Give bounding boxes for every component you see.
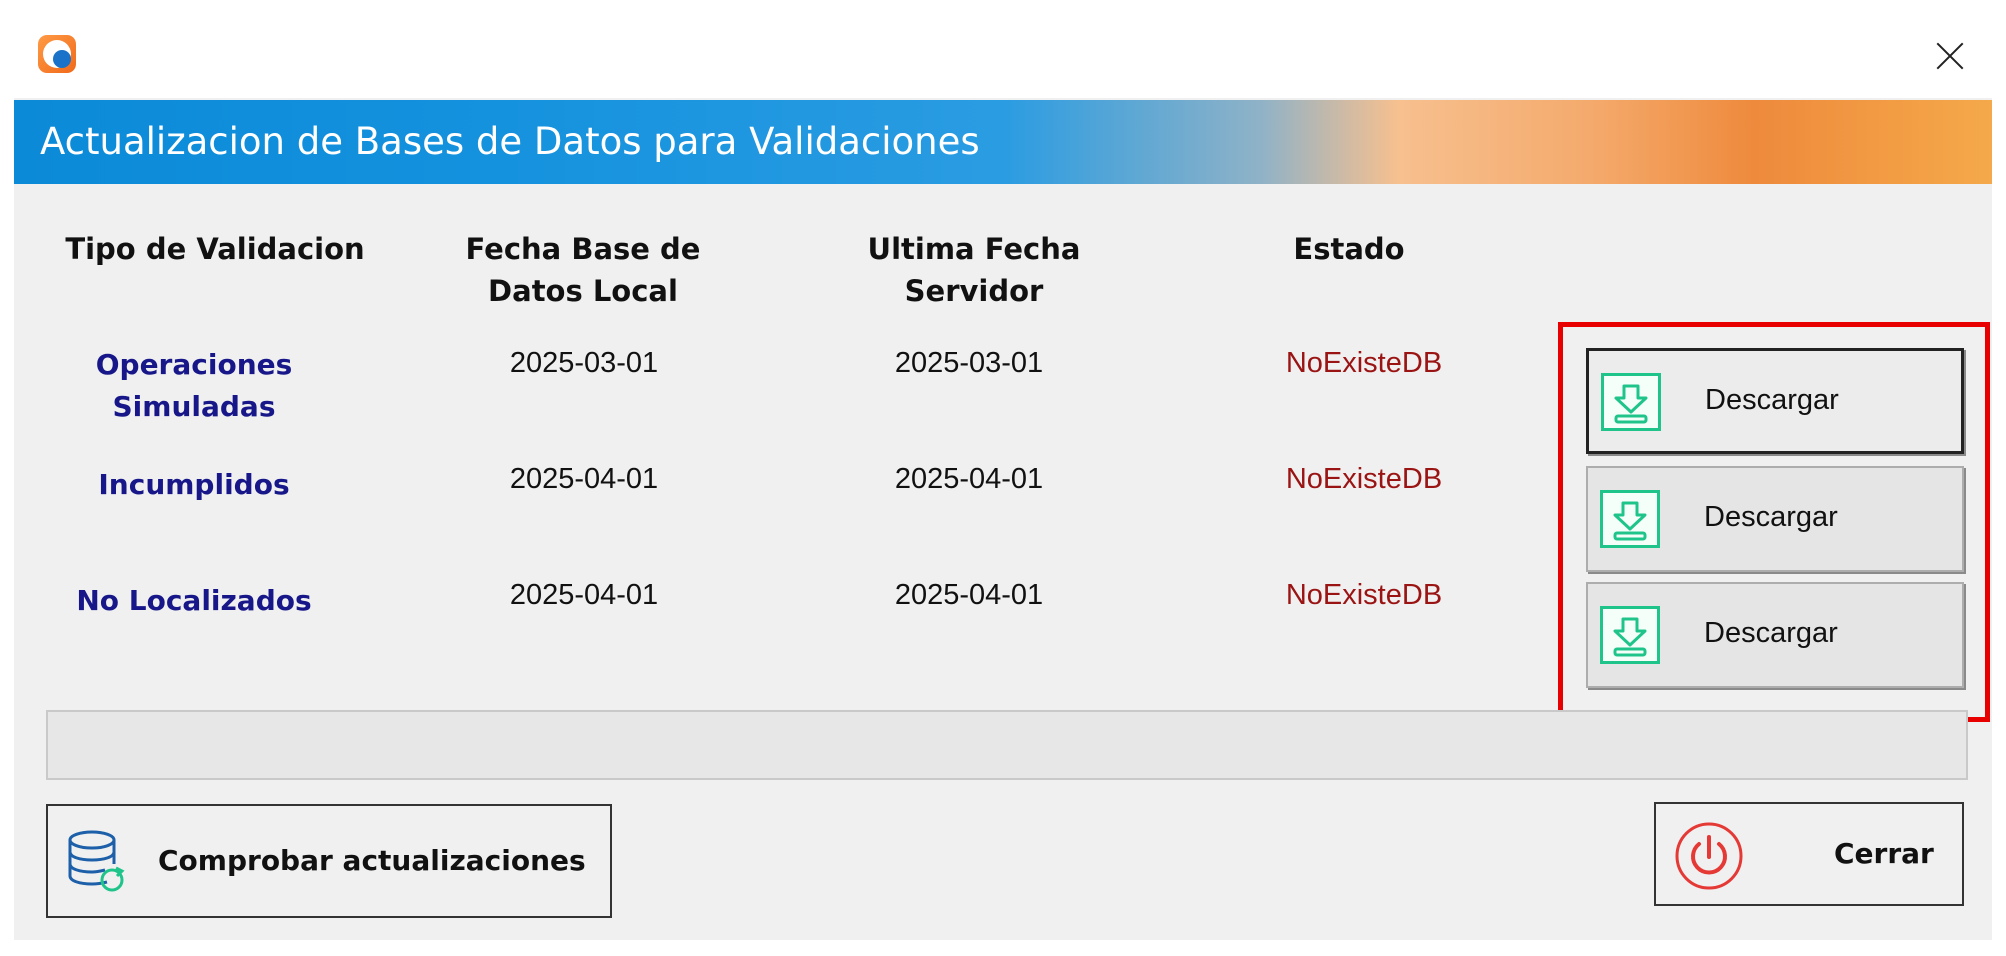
close-icon[interactable]	[1926, 32, 1974, 80]
download-button-operaciones-simuladas[interactable]: Descargar	[1586, 348, 1964, 454]
row-label-operaciones-simuladas: Operaciones Simuladas	[95, 348, 293, 423]
close-button-label: Cerrar	[1834, 837, 1934, 870]
column-header-fecha-local: Fecha Base de Datos Local	[465, 232, 701, 308]
column-header-ultima-fecha: Ultima Fecha Servidor	[867, 232, 1081, 308]
cell-fecha-local: 2025-03-01	[509, 347, 659, 379]
app-logo-icon	[38, 35, 76, 73]
row-label-no-localizados: No Localizados	[76, 584, 312, 617]
download-icon	[1600, 606, 1660, 664]
status-text: NoExisteDB	[1285, 579, 1443, 611]
download-button-no-localizados[interactable]: Descargar	[1586, 582, 1964, 688]
progress-bar	[46, 710, 1968, 780]
check-updates-button[interactable]: Comprobar actualizaciones	[46, 804, 612, 918]
cell-ultima-fecha: 2025-03-01	[894, 347, 1044, 379]
cell-fecha-local: 2025-04-01	[509, 579, 659, 611]
power-icon	[1675, 822, 1743, 890]
status-text: NoExisteDB	[1285, 347, 1443, 379]
download-button-label: Descargar	[1704, 501, 1838, 533]
download-button-label: Descargar	[1705, 384, 1839, 416]
cell-ultima-fecha: 2025-04-01	[894, 579, 1044, 611]
cell-ultima-fecha: 2025-04-01	[894, 463, 1044, 495]
header-banner: Actualizacion de Bases de Datos para Val…	[14, 100, 1992, 184]
check-updates-label: Comprobar actualizaciones	[158, 844, 586, 877]
column-header-tipo: Tipo de Validacion	[65, 232, 365, 266]
header-title: Actualizacion de Bases de Datos para Val…	[40, 120, 980, 163]
cell-fecha-local: 2025-04-01	[509, 463, 659, 495]
download-icon	[1600, 490, 1660, 548]
download-button-incumplidos[interactable]: Descargar	[1586, 466, 1964, 572]
download-button-label: Descargar	[1704, 617, 1838, 649]
row-label-incumplidos: Incumplidos	[98, 468, 290, 501]
close-dialog-button[interactable]: Cerrar	[1654, 802, 1964, 906]
column-header-estado: Estado	[1293, 232, 1405, 266]
title-bar	[14, 18, 1992, 98]
dialog-window: Actualizacion de Bases de Datos para Val…	[14, 18, 1992, 940]
download-icon	[1601, 373, 1661, 431]
status-text: NoExisteDB	[1285, 463, 1443, 495]
database-refresh-icon	[68, 830, 125, 892]
